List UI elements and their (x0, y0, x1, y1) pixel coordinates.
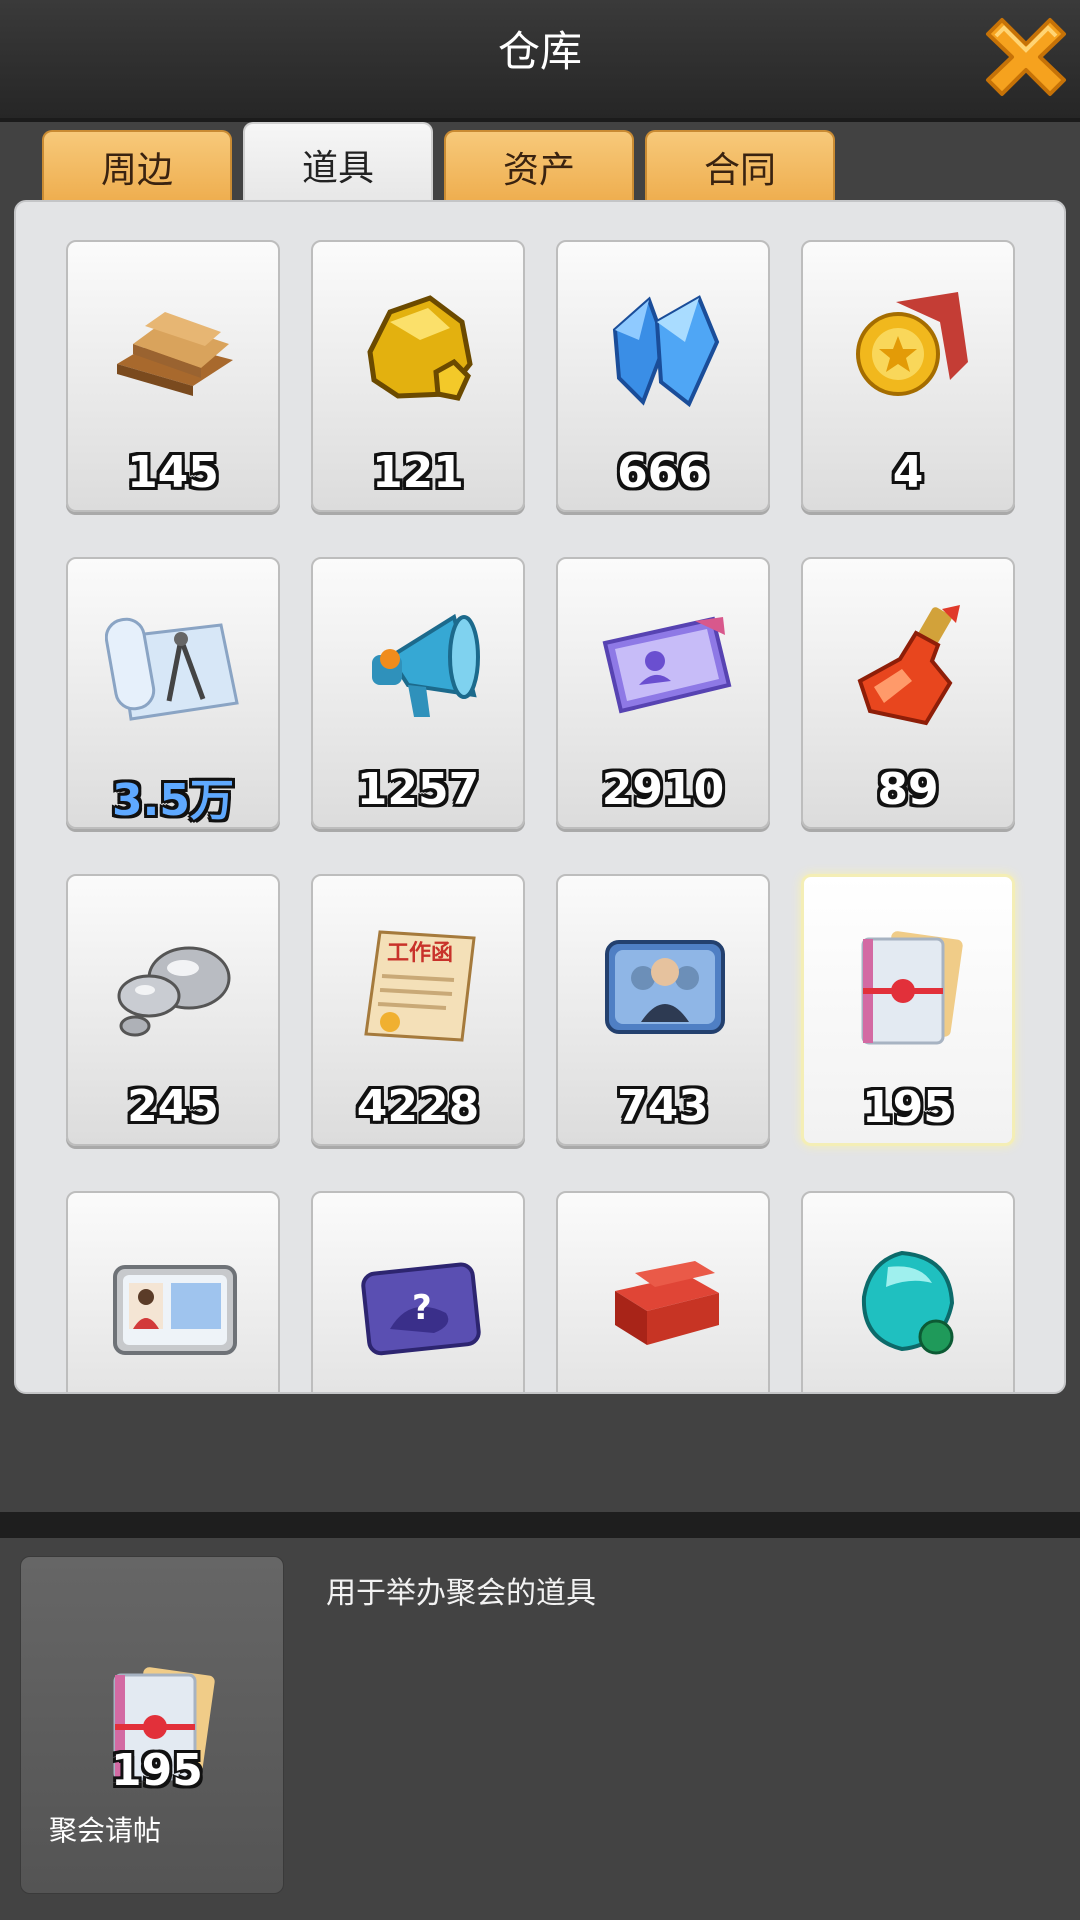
item-card[interactable]: 2910 (556, 557, 770, 829)
tab-items[interactable]: 道具 (243, 122, 433, 206)
item-count: 3.5万 (112, 775, 234, 826)
item-count: 2910 (601, 764, 725, 815)
purple-ticket-icon (602, 616, 732, 714)
selected-item-count: 195 (111, 1745, 203, 1796)
item-grid[interactable]: 145 121 666 4 3.5万 1257 2910 89 245 工作函 … (14, 200, 1066, 1394)
item-count: 195 (862, 1082, 954, 1133)
close-icon (986, 18, 1066, 96)
item-card[interactable]: 4 (801, 240, 1015, 512)
section-divider (0, 1512, 1080, 1538)
tab-label: 合同 (703, 150, 776, 191)
item-card[interactable]: 121 (311, 240, 525, 512)
tab-label: 周边 (100, 150, 173, 191)
item-count: 666 (617, 447, 709, 498)
wood-planks-icon (117, 312, 233, 396)
item-card[interactable] (801, 1191, 1015, 1392)
invitation-card-icon (861, 931, 963, 1045)
item-count: 245 (127, 1081, 219, 1132)
gold-ore-icon (367, 295, 473, 401)
tab-assets[interactable]: 资产 (444, 130, 634, 206)
page-title: 仓库 (497, 27, 582, 76)
blueprint-icon (105, 617, 239, 721)
item-count: 4 (892, 447, 924, 498)
item-count: 4228 (356, 1081, 480, 1132)
work-letter-icon: 工作函 (364, 930, 476, 1042)
item-card[interactable]: 1257 (311, 557, 525, 829)
item-card[interactable]: 工作函 4228 (311, 874, 525, 1146)
tab-peripheral[interactable]: 周边 (42, 130, 232, 206)
item-card[interactable]: 3.5万 (66, 557, 280, 829)
item-card[interactable]: 245 (66, 874, 280, 1146)
item-count: 743 (617, 1081, 709, 1132)
item-count: 121 (372, 447, 464, 498)
potion-bottle-icon (857, 605, 960, 726)
red-bricks-icon (615, 1261, 719, 1345)
mercury-drops-icon (117, 946, 231, 1037)
item-card[interactable]: 743 (556, 874, 770, 1146)
close-button[interactable] (978, 12, 1074, 102)
item-card[interactable] (66, 1191, 280, 1392)
selected-item-preview: 195 聚会请帖 (20, 1556, 284, 1894)
item-card[interactable]: 145 (66, 240, 280, 512)
item-card[interactable]: ? (311, 1191, 525, 1392)
tab-label: 道具 (301, 148, 374, 189)
item-count: 89 (877, 764, 939, 815)
item-count: 145 (127, 447, 219, 498)
blue-crystal-icon (612, 295, 720, 408)
mystery-card-icon: ? (361, 1262, 481, 1356)
selected-item-name: 聚会请帖 (49, 1814, 162, 1847)
tab-label: 资产 (502, 150, 575, 191)
headhunter-card-icon (605, 940, 725, 1034)
tab-contracts[interactable]: 合同 (645, 130, 835, 206)
item-count: 1257 (356, 764, 480, 815)
item-card[interactable]: 666 (556, 240, 770, 512)
selected-item-description: 用于举办聚会的道具 (326, 1576, 596, 1611)
megaphone-icon (372, 613, 480, 717)
item-card[interactable] (556, 1191, 770, 1392)
svg-text:?: ? (412, 1288, 432, 1328)
id-card-icon (113, 1265, 237, 1355)
item-card-selected[interactable]: 195 (801, 874, 1015, 1146)
letter-title: 工作函 (387, 941, 453, 966)
teal-gem-icon (861, 1250, 955, 1355)
gold-medal-scroll-icon (856, 292, 968, 396)
item-card[interactable]: 89 (801, 557, 1015, 829)
